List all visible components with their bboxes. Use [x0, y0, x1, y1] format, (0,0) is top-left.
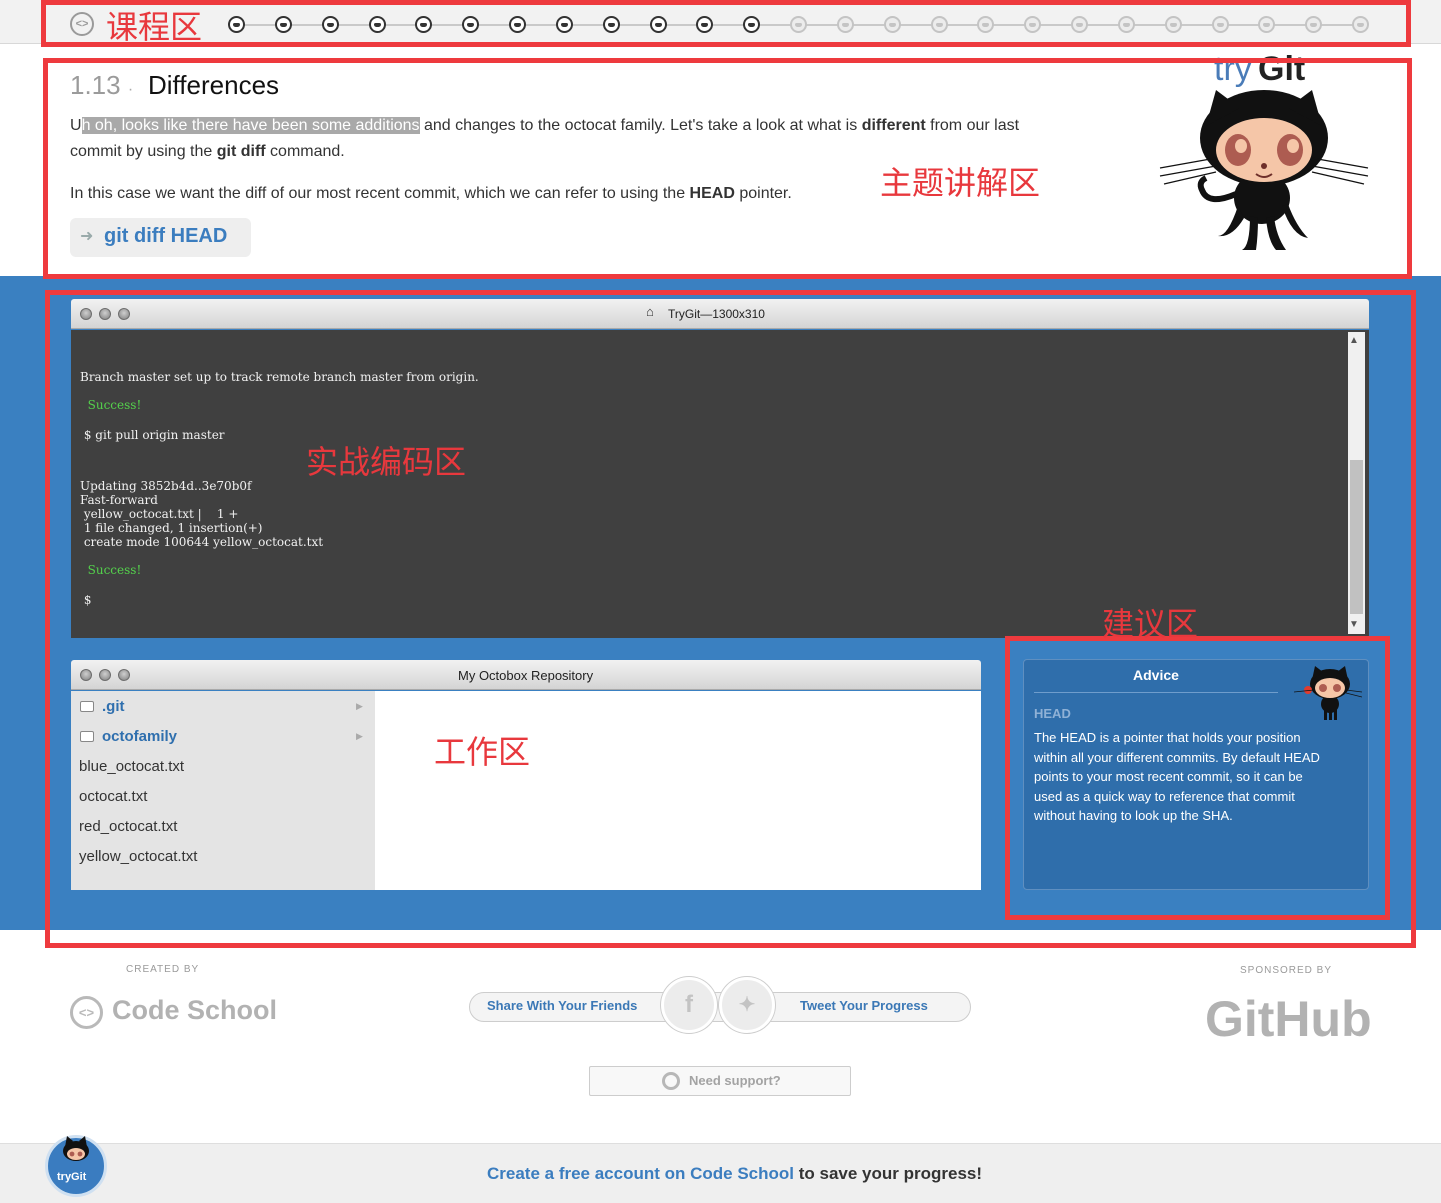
annotation-work-area-label: 工作区: [434, 733, 531, 771]
badge-octocat-icon: [63, 1136, 89, 1161]
create-account-link[interactable]: Create a free account on Code School: [487, 1164, 794, 1183]
annotation-topic-area-box: [43, 58, 1412, 279]
twitter-icon[interactable]: ✦: [719, 977, 775, 1033]
created-by-label: CREATED BY: [126, 964, 200, 975]
annotation-coding-area-label: 实战编码区: [306, 443, 467, 481]
sponsored-by-label: SPONSORED BY: [1240, 965, 1333, 976]
code-school-logo[interactable]: Code School: [112, 995, 277, 1026]
lifebuoy-icon: [662, 1072, 680, 1090]
github-logo[interactable]: GitHub: [1205, 990, 1372, 1048]
tweet-progress-link[interactable]: Tweet Your Progress: [800, 998, 928, 1013]
annotation-course-area-label: 课程区: [106, 8, 203, 46]
annotation-advice-area-label: 建议区: [1102, 605, 1199, 643]
share-with-friends-link[interactable]: Share With Your Friends: [487, 998, 637, 1013]
code-school-icon: <>: [70, 996, 103, 1029]
signup-message: Create a free account on Code School to …: [487, 1164, 983, 1183]
badge-label: tryGit: [57, 1171, 87, 1183]
need-support-label[interactable]: Need support?: [689, 1073, 781, 1088]
annotation-topic-area-label: 主题讲解区: [880, 164, 1041, 202]
facebook-icon[interactable]: f: [661, 977, 717, 1033]
annotation-advice-area-box: [1005, 636, 1390, 920]
annotation-course-area-box: [41, 0, 1411, 47]
